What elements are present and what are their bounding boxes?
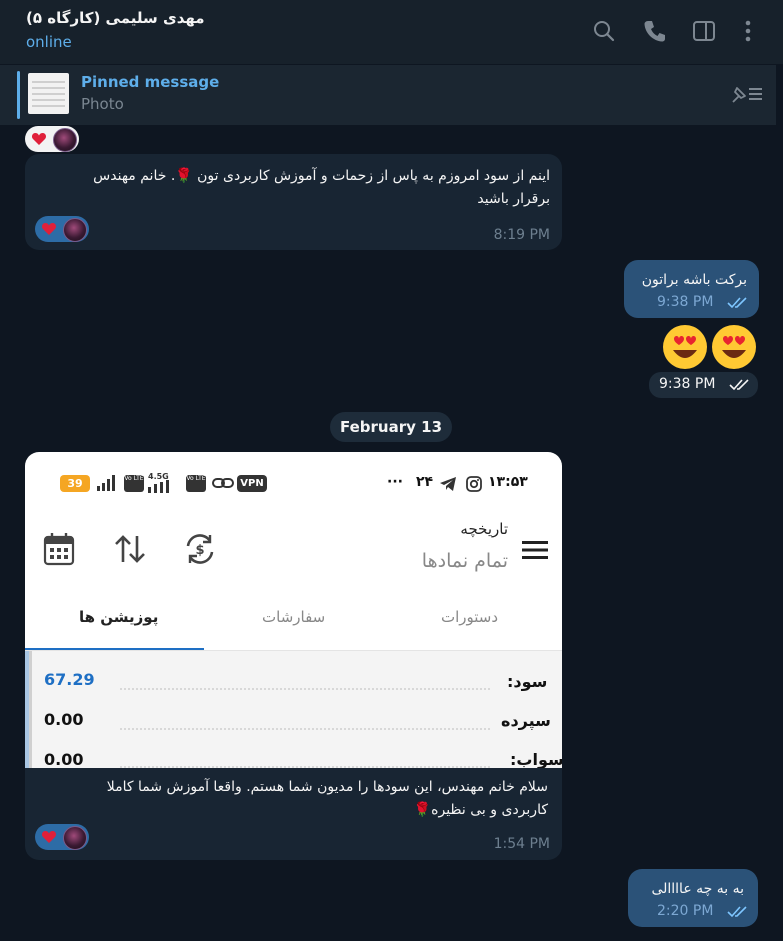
- volte-badge: Vo LTE: [186, 475, 206, 492]
- svg-text:$: $: [195, 543, 204, 558]
- calendar-icon: [43, 533, 75, 566]
- deposit-label: سپرده: [501, 711, 551, 730]
- statusbar-count: ۲۴: [416, 474, 434, 490]
- dotted-leader: [120, 728, 490, 732]
- reaction-heart-pill[interactable]: [35, 824, 89, 850]
- pinned-indicator: [17, 71, 20, 119]
- message-time: 1:54 PM: [493, 836, 550, 852]
- message-text: به به چه عاااالی: [651, 881, 744, 897]
- outgoing-message[interactable]: به به چه عاااالی 2:20 PM: [628, 869, 758, 927]
- vpn-badge: VPN: [237, 475, 267, 492]
- message-time: 9:38 PM: [657, 294, 714, 310]
- caption-text-line: سلام خانم مهندس، این سودها را مدیون شما …: [106, 779, 548, 795]
- chat-header: مهدی سلیمی (کارگاه ۵) online: [0, 0, 783, 64]
- swap-value: 0.00: [44, 750, 84, 768]
- pinned-message-bar[interactable]: Pinned message Photo: [0, 64, 776, 125]
- swap-label: سواب:: [510, 750, 562, 768]
- statusbar-dots: ···: [387, 474, 403, 490]
- double-check-icon: [727, 906, 747, 918]
- more-options-icon[interactable]: [735, 18, 761, 44]
- cropped-row: 0.00 سواب:: [25, 748, 562, 768]
- avatar: [53, 128, 77, 152]
- message-time: 9:38 PM: [659, 376, 716, 392]
- tab-commands: دستورات: [441, 608, 499, 626]
- tab-orders: سفارشات: [262, 608, 326, 626]
- outgoing-message[interactable]: برکت باشه براتون 9:38 PM: [624, 260, 759, 318]
- volte-badge: Vo LTE: [124, 475, 144, 492]
- avatar: [63, 218, 87, 242]
- incoming-message[interactable]: اینم از سود امروزم به پاس از زحمات و آمو…: [25, 154, 562, 250]
- chat-title[interactable]: مهدی سلیمی (کارگاه ۵): [26, 9, 205, 27]
- history-title: تاریخچه: [460, 520, 508, 538]
- pinned-list-icon[interactable]: [729, 82, 765, 106]
- pinned-title: Pinned message: [81, 73, 220, 91]
- deposit-value: 0.00: [44, 710, 84, 729]
- double-check-icon: [727, 297, 747, 309]
- telegram-icon: [440, 477, 456, 491]
- message-time: 2:20 PM: [657, 903, 714, 919]
- history-subtitle: تمام نمادها: [421, 550, 508, 572]
- heart-icon: [31, 133, 47, 145]
- double-check-icon: [729, 379, 749, 391]
- heart-icon: [41, 223, 57, 235]
- pinned-photo-thumbnail: [28, 73, 69, 114]
- photo-caption-bubble[interactable]: سلام خانم مهندس، این سودها را مدیون شما …: [25, 768, 562, 860]
- dotted-leader: [120, 688, 490, 692]
- signal-icon: [97, 475, 115, 491]
- message-text-line: برقرار باشید: [477, 191, 550, 207]
- reaction-heart-pill[interactable]: [25, 126, 79, 152]
- heart-eyes-emoji-icon: [712, 325, 756, 369]
- signal-icon: [148, 480, 169, 493]
- message-text-line: اینم از سود امروزم به پاس از زحمات و آمو…: [93, 168, 550, 184]
- battery-indicator: 39: [60, 475, 90, 492]
- currency-exchange-icon: $: [186, 534, 214, 564]
- reaction-heart-pill[interactable]: [35, 216, 89, 242]
- sidebar-toggle-icon[interactable]: [691, 18, 717, 44]
- avatar: [63, 826, 87, 850]
- caption-text-line: کاربردی و بی نظیره🌹: [413, 802, 548, 818]
- link-icon: [212, 478, 234, 488]
- phone-icon[interactable]: [642, 18, 668, 44]
- hamburger-menu-icon: [522, 541, 548, 559]
- profit-label: سود:: [507, 672, 548, 691]
- statusbar-clock: ۱۳:۵۳: [488, 474, 528, 490]
- chat-status: online: [26, 33, 72, 51]
- profit-value: 67.29: [44, 670, 95, 689]
- emoji-message-time: 9:38 PM: [649, 372, 758, 398]
- heart-icon: [41, 831, 57, 843]
- message-time: 8:19 PM: [493, 227, 550, 243]
- search-icon[interactable]: [591, 18, 617, 44]
- message-text: برکت باشه براتون: [641, 272, 747, 288]
- pinned-subtitle: Photo: [81, 95, 124, 113]
- heart-eyes-emoji-icon: [663, 325, 707, 369]
- tab-positions: پوزیشن ها: [79, 608, 159, 626]
- instagram-icon: [466, 476, 482, 492]
- scrollbar-track[interactable]: [776, 64, 783, 941]
- date-separator: February 13: [330, 412, 452, 442]
- sort-arrows-icon: [115, 535, 145, 563]
